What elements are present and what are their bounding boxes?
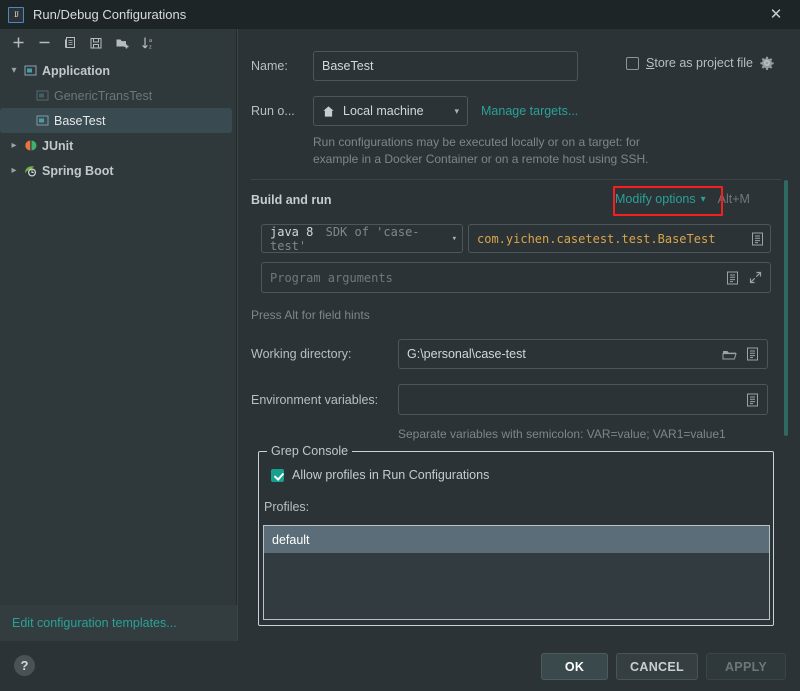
environment-variables-hint: Separate variables with semicolon: VAR=v… xyxy=(398,427,726,441)
sidebar-toolbar: a z xyxy=(0,29,236,56)
field-hints-text: Press Alt for field hints xyxy=(251,308,370,322)
tree-item-application[interactable]: ▾ Application xyxy=(0,58,236,83)
tree-item-label: JUnit xyxy=(42,138,74,153)
application-icon xyxy=(34,89,51,102)
spring-boot-icon xyxy=(22,164,39,177)
program-arguments-input[interactable]: Program arguments xyxy=(261,262,771,293)
chevron-down-icon[interactable]: ▾ xyxy=(454,106,459,117)
grep-console-title: Grep Console xyxy=(267,444,353,458)
allow-profiles-row: Allow profiles in Run Configurations xyxy=(271,468,489,482)
environment-variables-input[interactable] xyxy=(398,384,768,415)
working-directory-value: G:\personal\case-test xyxy=(407,347,526,361)
jre-dropdown[interactable]: java 8 SDK of 'case-test' ▾ xyxy=(261,224,463,253)
help-button[interactable]: ? xyxy=(14,655,35,676)
jre-and-main-class-row: java 8 SDK of 'case-test' ▾ com.yichen.c… xyxy=(261,224,771,253)
title-bar: IJ Run/Debug Configurations ✕ xyxy=(0,0,800,29)
chevron-right-icon[interactable]: ▸ xyxy=(6,140,22,151)
environment-variables-row: Environment variables: xyxy=(251,384,768,415)
application-icon xyxy=(22,64,39,77)
store-as-project-file-label: Store as project file xyxy=(646,56,754,70)
modify-options-link[interactable]: Modify options xyxy=(615,192,696,206)
run-on-row: Run o... Local machine ▾ Manage targets.… xyxy=(251,96,578,126)
new-folder-button[interactable] xyxy=(110,32,134,54)
configuration-tree: ▾ Application GenericTransTest BaseTest xyxy=(0,56,236,183)
jre-value-prefix: java 8 xyxy=(270,224,314,239)
junit-icon xyxy=(22,139,39,152)
store-as-project-file-row: Store as project file xyxy=(626,56,774,70)
local-machine-icon xyxy=(322,105,335,118)
remove-configuration-button[interactable] xyxy=(32,32,56,54)
sort-configurations-button[interactable]: a z xyxy=(136,32,160,54)
list-icon[interactable] xyxy=(746,347,759,361)
chevron-right-icon[interactable]: ▸ xyxy=(6,165,22,176)
tree-item-label: GenericTransTest xyxy=(54,88,153,103)
configurations-sidebar: a z ▾ Application GenericTransTest BaseT… xyxy=(0,29,237,641)
chevron-down-icon[interactable]: ▾ xyxy=(701,194,706,205)
list-icon[interactable] xyxy=(746,393,759,407)
working-directory-input[interactable]: G:\personal\case-test xyxy=(398,339,768,369)
allow-profiles-checkbox[interactable] xyxy=(271,468,284,482)
program-arguments-placeholder: Program arguments xyxy=(270,270,393,285)
gear-icon[interactable] xyxy=(760,56,774,70)
working-directory-row: Working directory: G:\personal\case-test xyxy=(251,339,768,369)
run-on-dropdown[interactable]: Local machine ▾ xyxy=(313,96,468,126)
run-on-hint: Run configurations may be executed local… xyxy=(313,134,743,168)
chevron-down-icon[interactable]: ▾ xyxy=(6,65,22,76)
modify-options-shortcut: Alt+M xyxy=(717,192,750,206)
profiles-list[interactable]: default xyxy=(263,525,770,620)
edit-configuration-templates-link[interactable]: Edit configuration templates... xyxy=(0,605,237,641)
folder-icon[interactable] xyxy=(722,348,737,361)
run-on-value: Local machine xyxy=(343,104,424,118)
build-and-run-title: Build and run xyxy=(251,193,332,207)
name-label: Name: xyxy=(251,59,288,73)
tree-item-spring-boot[interactable]: ▸ Spring Boot xyxy=(0,158,236,183)
tree-item-label: Application xyxy=(42,63,111,78)
manage-targets-link[interactable]: Manage targets... xyxy=(481,104,578,118)
tree-item-basetest[interactable]: BaseTest xyxy=(0,108,232,133)
profiles-label: Profiles: xyxy=(264,500,310,514)
main-class-value: com.yichen.casetest.test.BaseTest xyxy=(477,231,716,246)
chevron-down-icon[interactable]: ▾ xyxy=(452,234,457,244)
run-on-label: Run o... xyxy=(251,104,295,118)
build-and-run-header: Build and run xyxy=(251,193,332,207)
tree-item-junit[interactable]: ▸ JUnit xyxy=(0,133,236,158)
list-item[interactable]: default xyxy=(264,526,769,553)
tree-item-label: Spring Boot xyxy=(42,163,114,178)
list-icon[interactable] xyxy=(751,232,764,246)
environment-variables-label: Environment variables: xyxy=(251,392,379,407)
window-title: Run/Debug Configurations xyxy=(33,7,187,22)
tree-item-label: BaseTest xyxy=(54,113,106,128)
name-input[interactable]: BaseTest xyxy=(313,51,578,81)
grep-console-group: Grep Console Allow profiles in Run Confi… xyxy=(258,444,774,626)
intellij-idea-icon: IJ xyxy=(8,6,24,23)
close-icon[interactable]: ✕ xyxy=(768,7,784,23)
store-as-project-file-text: tore as project file xyxy=(654,56,754,70)
svg-text:a: a xyxy=(149,38,153,44)
dialog-footer: ? OK CANCEL APPLY xyxy=(0,641,800,691)
run-on-hint-line1: Run configurations may be executed local… xyxy=(313,135,640,149)
main-class-input[interactable]: com.yichen.casetest.test.BaseTest xyxy=(468,224,771,253)
tree-item-generictranstest[interactable]: GenericTransTest xyxy=(0,83,236,108)
name-field-row: Name: BaseTest xyxy=(251,51,578,81)
apply-button[interactable]: APPLY xyxy=(706,653,786,680)
add-configuration-button[interactable] xyxy=(6,32,30,54)
store-as-project-file-checkbox[interactable] xyxy=(626,56,639,70)
run-on-hint-line2: example in a Docker Container or on a re… xyxy=(313,152,649,166)
expand-icon[interactable] xyxy=(749,271,762,284)
program-arguments-row: Program arguments xyxy=(261,262,771,293)
run-debug-configurations-dialog: IJ Run/Debug Configurations ✕ a z ▾ Appl… xyxy=(0,0,800,691)
configuration-form: Name: BaseTest Store as project file Run… xyxy=(238,29,800,641)
list-icon[interactable] xyxy=(726,271,739,285)
cancel-button[interactable]: CANCEL xyxy=(616,653,698,680)
build-and-run-divider xyxy=(251,179,781,180)
save-configuration-button[interactable] xyxy=(84,32,108,54)
application-icon xyxy=(34,114,51,127)
working-directory-label: Working directory: xyxy=(251,347,352,361)
copy-configuration-button[interactable] xyxy=(58,32,82,54)
allow-profiles-label: Allow profiles in Run Configurations xyxy=(292,468,490,482)
modify-options-row: Modify options ▾ Alt+M xyxy=(615,192,750,206)
svg-text:z: z xyxy=(149,44,152,50)
main-scrollbar[interactable] xyxy=(784,180,788,436)
ok-button[interactable]: OK xyxy=(541,653,608,680)
